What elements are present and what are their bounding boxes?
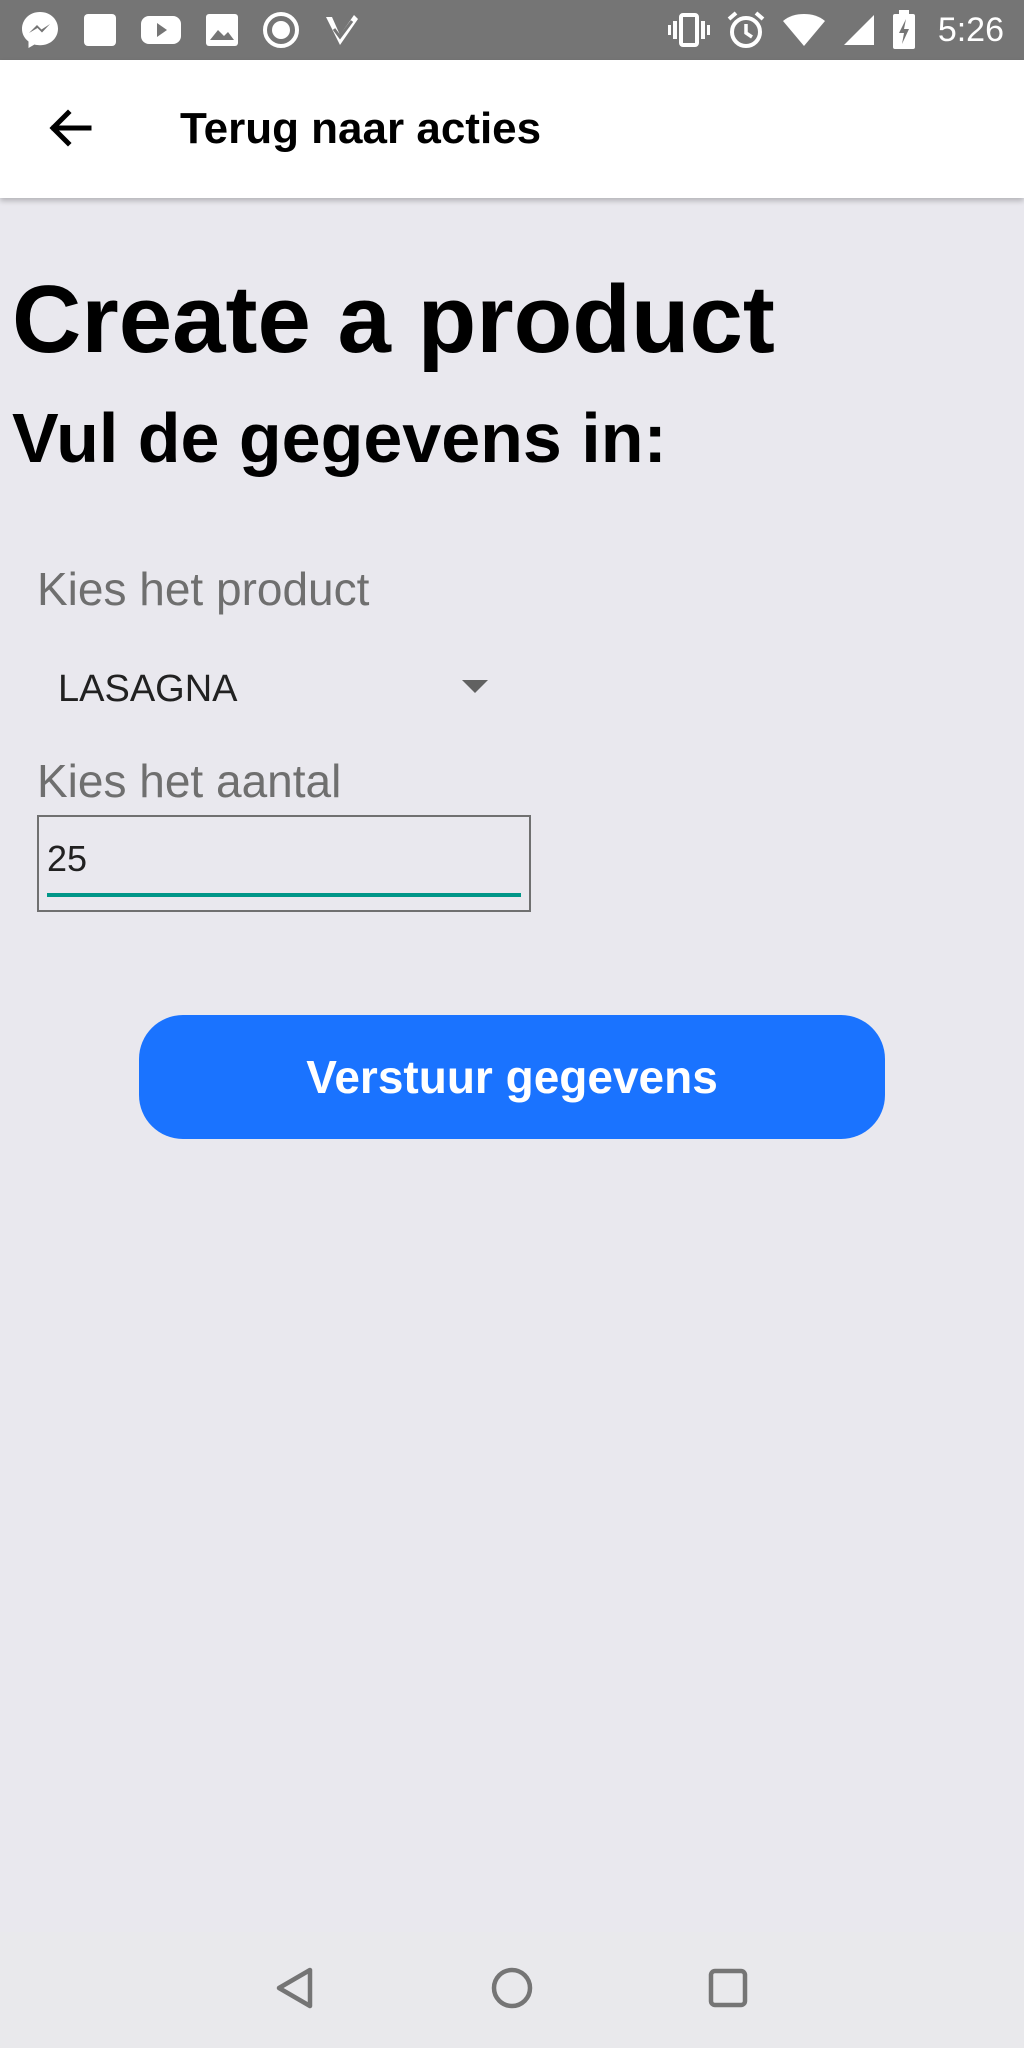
arrow-left-icon xyxy=(47,105,93,156)
alarm-icon xyxy=(726,10,766,50)
battery-charging-icon xyxy=(892,10,916,50)
wifi-icon xyxy=(782,13,826,47)
nav-back-icon xyxy=(272,1964,316,2017)
product-select-value: LASAGNA xyxy=(58,667,238,710)
product-select[interactable]: LASAGNA xyxy=(40,650,500,728)
nav-recents-button[interactable] xyxy=(698,1960,758,2020)
nav-recents-icon xyxy=(706,1966,750,2015)
quantity-label: Kies het aantal xyxy=(37,755,342,807)
nav-back-button[interactable] xyxy=(264,1960,324,2020)
page-title: Create a product xyxy=(12,266,775,373)
youtube-icon xyxy=(140,14,182,46)
app-bar-title: Terug naar acties xyxy=(180,104,542,153)
product-label: Kies het product xyxy=(37,563,370,615)
nav-home-button[interactable] xyxy=(482,1960,542,2020)
system-icons: 5:26 xyxy=(667,0,1004,60)
back-button[interactable] xyxy=(34,94,106,166)
status-time: 5:26 xyxy=(937,10,1004,49)
page-subtitle: Vul de gegevens in: xyxy=(12,399,667,477)
signal-icon xyxy=(842,13,876,47)
todo-check-icon xyxy=(322,11,360,49)
status-bar: 5:26 xyxy=(0,0,1024,60)
submit-button[interactable]: Verstuur gegevens xyxy=(139,1015,885,1139)
messenger-icon xyxy=(20,10,60,50)
nav-home-icon xyxy=(489,1965,535,2016)
photos-icon xyxy=(204,12,240,48)
navigation-bar xyxy=(0,1932,1024,2048)
quantity-input[interactable] xyxy=(47,825,521,897)
dropdown-arrow-icon xyxy=(462,680,488,693)
vibrate-icon xyxy=(667,12,710,48)
quantity-field-frame xyxy=(37,815,531,912)
record-icon xyxy=(262,11,300,49)
app-bar: Terug naar acties xyxy=(0,60,1024,198)
notification-icons xyxy=(20,0,360,60)
notification-square-icon xyxy=(82,12,118,48)
